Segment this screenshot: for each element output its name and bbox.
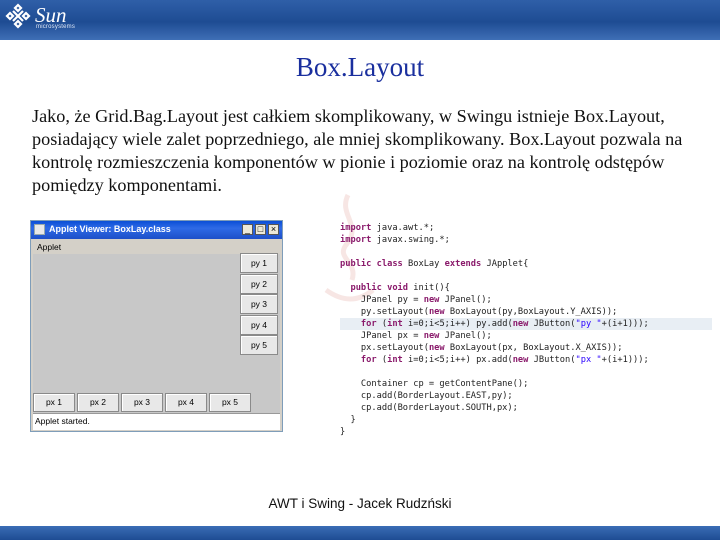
- code-line: cp.add(BorderLayout.SOUTH,px);: [360, 403, 518, 413]
- window-title: Applet Viewer: BoxLay.class: [49, 224, 171, 234]
- code-line: import java.awt.*;: [340, 223, 435, 233]
- button-px-5[interactable]: px 5: [209, 393, 251, 412]
- code-line: import javax.swing.*;: [340, 235, 450, 245]
- footer-bar: [0, 526, 720, 540]
- minimize-button[interactable]: _: [242, 224, 253, 235]
- code-line: JPanel py = new JPanel();: [360, 295, 492, 305]
- button-py-4[interactable]: py 4: [240, 315, 278, 335]
- sun-logo: Sun microsystems: [5, 3, 75, 37]
- button-px-3[interactable]: px 3: [121, 393, 163, 412]
- button-py-5[interactable]: py 5: [240, 335, 278, 355]
- code-line: JPanel px = new JPanel();: [360, 331, 492, 341]
- close-button[interactable]: ×: [268, 224, 279, 235]
- code-line: public class BoxLay extends JApplet{: [340, 259, 529, 269]
- header-bar: Sun microsystems: [0, 0, 720, 40]
- applet-viewer-window: Applet Viewer: BoxLay.class _ □ × Applet…: [30, 220, 283, 432]
- status-bar: Applet started.: [33, 413, 280, 430]
- code-line: public void init(){: [350, 283, 450, 293]
- code-line: Container cp = getContentPane();: [360, 379, 529, 389]
- window-title-bar[interactable]: Applet Viewer: BoxLay.class _ □ ×: [31, 221, 282, 239]
- code-line: cp.add(BorderLayout.EAST,py);: [360, 391, 513, 401]
- code-line: px.setLayout(new BoxLayout(px, BoxLayout…: [360, 343, 623, 353]
- button-py-1[interactable]: py 1: [240, 253, 278, 273]
- code-line: py.setLayout(new BoxLayout(py,BoxLayout.…: [360, 307, 618, 317]
- code-line: for (int i=0;i<5;i++) px.add(new JButton…: [360, 355, 649, 365]
- source-code-listing: import java.awt.*; import javax.swing.*; …: [340, 222, 712, 438]
- button-px-1[interactable]: px 1: [33, 393, 75, 412]
- code-line: }: [340, 427, 346, 437]
- sun-logo-icon: [5, 3, 31, 29]
- body-paragraph: Jako, że Grid.Bag.Layout jest całkiem sk…: [32, 106, 683, 195]
- slide-title: Box.Layout: [295, 52, 425, 82]
- button-px-2[interactable]: px 2: [77, 393, 119, 412]
- button-py-3[interactable]: py 3: [240, 294, 278, 314]
- logo-text: Sun: [35, 3, 67, 27]
- java-app-icon: [34, 224, 45, 235]
- logo-subtext: microsystems: [36, 24, 76, 30]
- slide-footer: AWT i Swing - Jacek Rudzński: [268, 496, 452, 511]
- button-px-4[interactable]: px 4: [165, 393, 207, 412]
- code-line: }: [340, 415, 356, 425]
- maximize-button[interactable]: □: [255, 224, 266, 235]
- menu-applet[interactable]: Applet: [37, 242, 61, 252]
- button-py-2[interactable]: py 2: [240, 274, 278, 294]
- code-line: for (int i=0;i<5;i++) py.add(new JButton…: [340, 318, 712, 330]
